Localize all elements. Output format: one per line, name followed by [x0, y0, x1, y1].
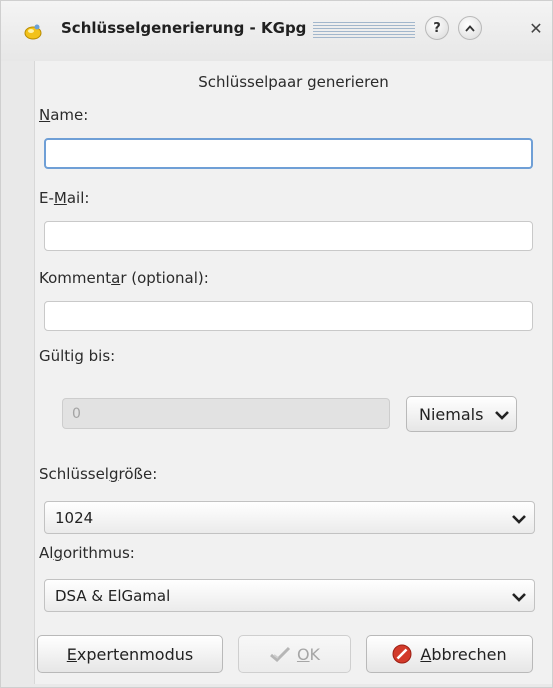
cancel-label: Abbrechen — [420, 644, 507, 664]
expiry-unit-label: Niemals — [419, 404, 484, 424]
content-panel: Schlüsselpaar generieren Name: E-Mail: K… — [34, 61, 552, 684]
title-bar[interactable]: Schlüsselgenerierung - KGpg ? ✕ — [1, 1, 552, 61]
section-title: Schlüsselpaar generieren — [198, 73, 389, 91]
email-label: E-Mail: — [39, 189, 90, 207]
checkmark-icon — [269, 646, 291, 662]
cancel-icon — [392, 644, 412, 664]
keysize-label: Schlüsselgröße: — [39, 465, 158, 483]
title-decoration — [313, 22, 415, 38]
algorithm-label: Algorithmus: — [39, 544, 135, 562]
algorithm-value: DSA & ElGamal — [55, 587, 171, 605]
shade-button[interactable] — [458, 16, 482, 40]
expiry-value-field: 0 — [62, 398, 390, 429]
window-title: Schlüsselgenerierung - KGpg — [61, 19, 307, 37]
name-input[interactable] — [46, 140, 531, 167]
name-label: Name: — [39, 106, 89, 124]
comment-label: Kommentar (optional): — [39, 269, 209, 287]
email-field[interactable] — [44, 221, 533, 251]
name-field[interactable] — [44, 138, 533, 169]
expert-mode-label: Expertenmodus — [66, 644, 194, 664]
chevron-down-icon — [495, 411, 509, 420]
ok-button[interactable]: OK — [238, 635, 351, 673]
algorithm-combobox[interactable]: DSA & ElGamal — [44, 579, 535, 612]
chevron-down-icon — [512, 515, 526, 524]
comment-field[interactable] — [44, 301, 533, 331]
keysize-value: 1024 — [55, 509, 94, 527]
keysize-combobox[interactable]: 1024 — [44, 501, 535, 534]
ok-label: OK — [296, 644, 321, 664]
close-button[interactable]: ✕ — [525, 17, 547, 39]
expert-mode-button[interactable]: Expertenmodus — [37, 635, 223, 673]
chevron-up-icon — [465, 24, 475, 32]
chevron-down-icon — [512, 593, 526, 602]
kgpg-key-icon — [24, 24, 42, 40]
cancel-button[interactable]: Abbrechen — [366, 635, 533, 673]
expiry-label: Gültig bis: — [39, 347, 116, 365]
comment-input[interactable] — [45, 302, 532, 330]
dialog-window: Schlüsselgenerierung - KGpg ? ✕ Schlüsse… — [0, 0, 553, 688]
expiry-unit-dropdown[interactable]: Niemals — [406, 396, 517, 432]
email-input[interactable] — [45, 222, 532, 250]
help-button[interactable]: ? — [425, 16, 449, 40]
